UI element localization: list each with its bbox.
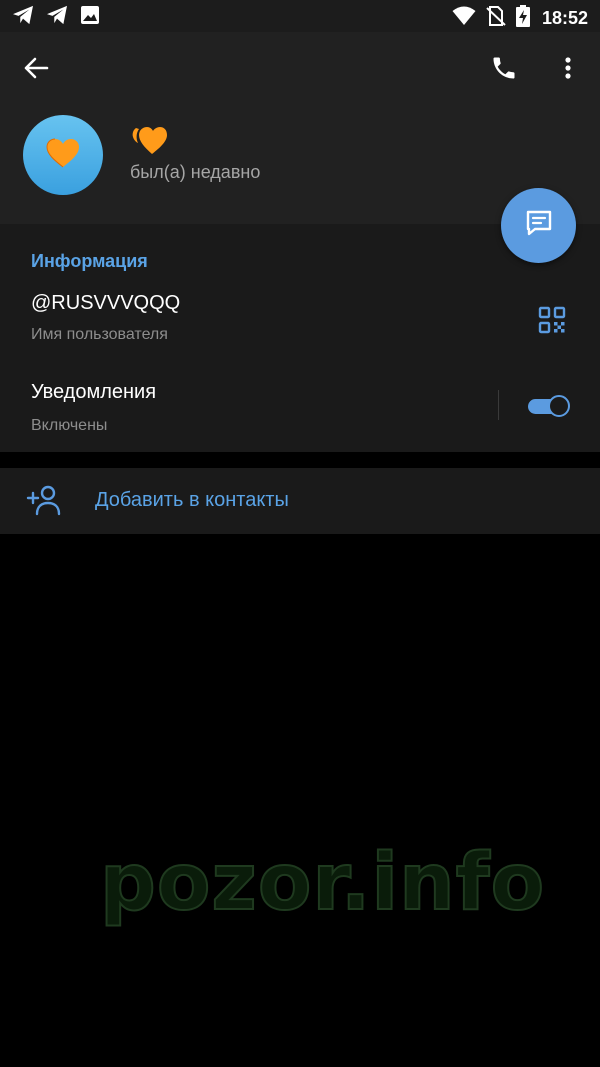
orange-heart-icon (130, 127, 168, 161)
status-bar: 18:52 (0, 0, 600, 32)
message-icon (523, 207, 555, 244)
orange-heart-icon (46, 138, 80, 173)
status-bar-left (12, 5, 100, 30)
add-contact-label: Добавить в контакты (95, 489, 289, 511)
more-options-button[interactable] (552, 52, 584, 88)
watermark: pozor.info (99, 837, 546, 929)
last-seen-status: был(а) недавно (130, 162, 261, 182)
send-message-button[interactable] (501, 188, 576, 263)
battery-charging-icon (515, 5, 530, 32)
arrow-left-icon (23, 55, 49, 86)
telegram-icon (12, 5, 34, 30)
wifi-icon (452, 6, 476, 31)
avatar[interactable] (23, 115, 103, 195)
qr-code-button[interactable] (536, 304, 568, 336)
username-caption: Имя пользователя (31, 326, 168, 343)
profile-header: был(а) недавно (0, 32, 600, 224)
back-button[interactable] (18, 52, 54, 88)
telegram-icon (46, 5, 68, 30)
add-to-contacts-button[interactable]: Добавить в контакты (0, 468, 600, 534)
info-section: Информация @RUSVVVQQQ Имя пользователя У… (0, 224, 600, 452)
more-vertical-icon (564, 56, 572, 85)
notifications-toggle[interactable] (526, 393, 572, 419)
status-bar-right: 18:52 (452, 5, 588, 32)
section-title: Информация (31, 251, 148, 271)
profile-name (130, 125, 168, 162)
toggle-knob (548, 395, 570, 417)
phone-icon (490, 54, 518, 87)
notifications-caption: Включены (31, 417, 108, 434)
vertical-divider (498, 390, 499, 420)
status-time: 18:52 (541, 8, 588, 28)
username-value: @RUSVVVQQQ (31, 292, 181, 314)
image-icon (80, 5, 100, 30)
notifications-row[interactable]: Уведомления Включены (0, 368, 600, 444)
qr-code-icon (536, 306, 568, 340)
notifications-label: Уведомления (31, 381, 157, 403)
call-button[interactable] (486, 52, 522, 88)
add-user-icon (26, 484, 62, 516)
no-sim-icon (486, 6, 506, 31)
username-row[interactable]: @RUSVVVQQQ Имя пользователя (0, 280, 600, 352)
